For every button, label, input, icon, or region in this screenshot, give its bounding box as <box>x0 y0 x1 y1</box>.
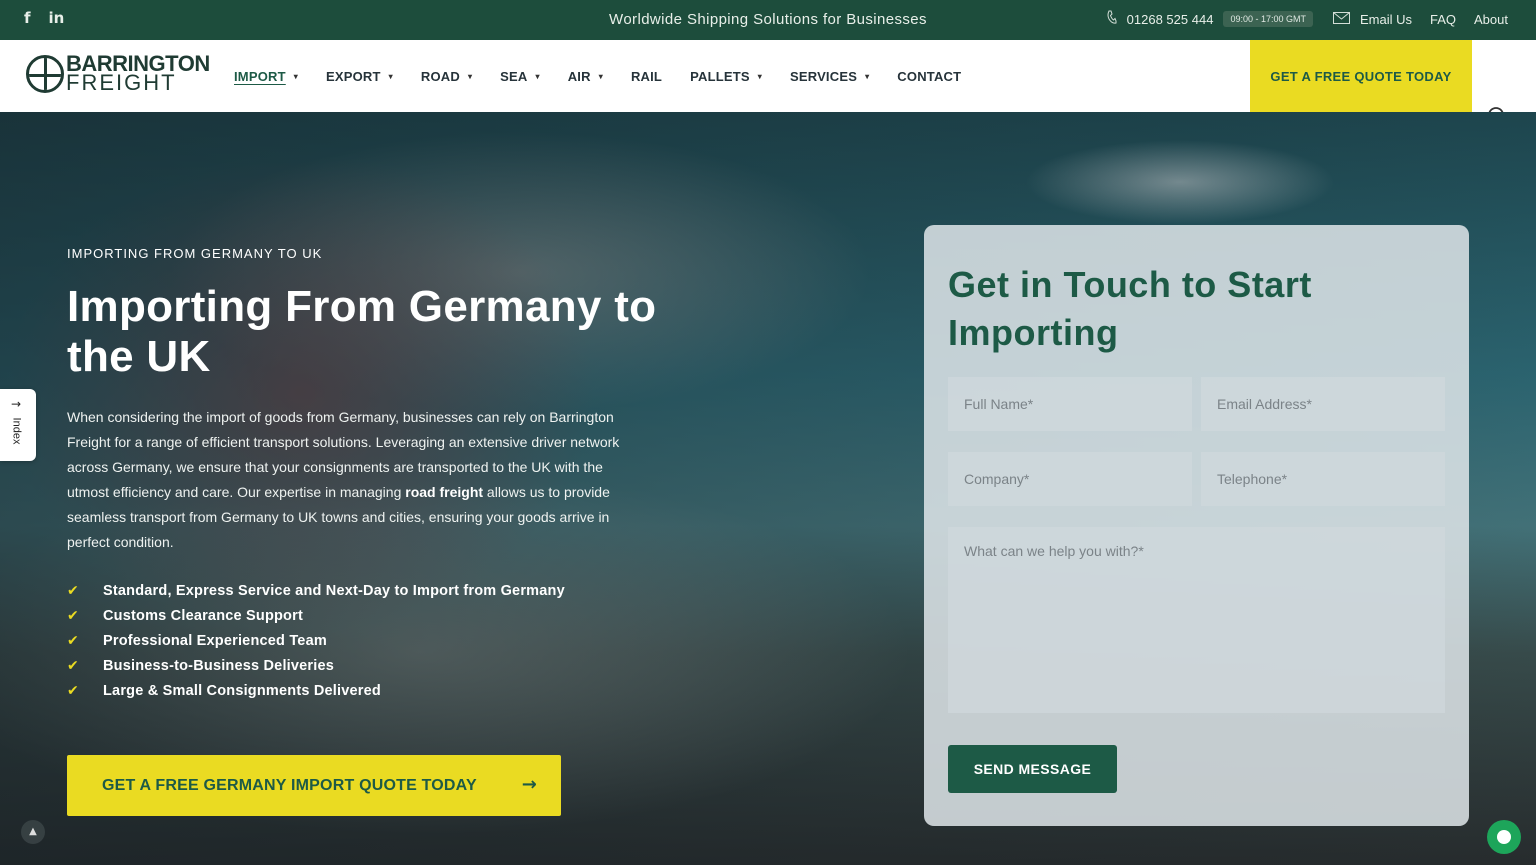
nav-item-sea[interactable]: SEA ▾ <box>500 69 540 84</box>
road-freight-link[interactable]: road freight <box>405 484 483 500</box>
chevron-down-icon: ▾ <box>388 72 393 81</box>
chevron-down-icon: ▾ <box>598 72 603 81</box>
brand-logo[interactable]: BARRINGTON FREIGHT <box>26 53 210 95</box>
chevron-up-icon: ▲ <box>29 826 37 837</box>
chevron-down-icon: ▾ <box>293 72 298 81</box>
hero-section: IMPORTING FROM GERMANY TO UK Importing F… <box>0 112 1536 865</box>
nav-menu: IMPORT ▾ EXPORT ▾ ROAD ▾ SEA ▾ AIR ▾ RAIL PAL… <box>234 69 989 84</box>
form-title: Get in Touch to Start Importing <box>948 264 1312 353</box>
contact-form: Get in Touch to Start Importing SEND MES… <box>924 225 1469 826</box>
top-bar: f in Worldwide Shipping Solutions for Bu… <box>0 0 1536 40</box>
opening-hours-badge: 09:00 - 17:00 GMT <box>1223 11 1313 27</box>
chevron-down-icon: ▾ <box>757 72 762 81</box>
nav-item-contact[interactable]: CONTACT <box>897 69 961 84</box>
top-bar-contact: 01268 525 444 09:00 - 17:00 GMT Email Us… <box>1106 10 1508 28</box>
nav-item-import[interactable]: IMPORT ▾ <box>234 69 298 84</box>
checkmark-icon: ✔ <box>67 657 79 674</box>
email-us-link[interactable]: Email Us <box>1360 12 1412 27</box>
list-item: ✔ Large & Small Consignments Delivered <box>67 682 381 699</box>
nav-item-export[interactable]: EXPORT ▾ <box>326 69 393 84</box>
checkmark-icon: ✔ <box>67 632 79 649</box>
arrow-right-icon: → <box>11 397 22 411</box>
globe-ship-icon <box>26 55 64 93</box>
about-link[interactable]: About <box>1474 12 1508 27</box>
chat-widget-icon[interactable] <box>1487 820 1521 854</box>
telephone-field[interactable] <box>1201 452 1445 506</box>
faq-link[interactable]: FAQ <box>1430 12 1456 27</box>
list-item: ✔ Standard, Express Service and Next-Day … <box>67 582 565 599</box>
phone-number[interactable]: 01268 525 444 <box>1127 12 1214 27</box>
message-field[interactable] <box>948 527 1445 713</box>
send-message-button[interactable]: SEND MESSAGE <box>948 745 1117 793</box>
hero-eyebrow: IMPORTING FROM GERMANY TO UK <box>67 246 323 261</box>
phone-icon <box>1106 10 1117 28</box>
index-label: Index <box>10 417 23 445</box>
list-item: ✔ Customs Clearance Support <box>67 607 303 624</box>
nav-item-road[interactable]: ROAD ▾ <box>421 69 472 84</box>
checkmark-icon: ✔ <box>67 682 79 699</box>
list-item: ✔ Business-to-Business Deliveries <box>67 657 335 674</box>
index-side-tab[interactable]: → Index <box>0 389 36 461</box>
full-name-field[interactable] <box>948 377 1192 431</box>
hero-description: When considering the import of goods fro… <box>67 409 620 550</box>
germany-import-quote-button[interactable]: GET A FREE GERMANY IMPORT QUOTE TODAY → <box>67 755 561 816</box>
checkmark-icon: ✔ <box>67 607 79 624</box>
arrow-right-icon: → <box>521 774 537 795</box>
chevron-down-icon: ▾ <box>467 72 473 81</box>
email-field[interactable] <box>1201 377 1445 431</box>
nav-item-air[interactable]: AIR ▾ <box>568 69 603 84</box>
nav-item-pallets[interactable]: PALLETS ▾ <box>690 69 762 84</box>
envelope-icon <box>1332 11 1350 27</box>
chevron-down-icon: ▾ <box>535 72 540 81</box>
nav-item-rail[interactable]: RAIL <box>631 69 662 84</box>
scroll-to-top-button[interactable]: ▲ <box>21 820 45 844</box>
feature-checklist: ✔ Standard, Express Service and Next-Day … <box>67 578 565 703</box>
chevron-down-icon: ▾ <box>865 72 870 81</box>
nav-item-services[interactable]: SERVICES ▾ <box>790 69 869 84</box>
company-field[interactable] <box>948 452 1192 506</box>
page-title: Importing From Germany to the UK <box>67 282 657 381</box>
logo-line-2: FREIGHT <box>66 70 177 95</box>
checkmark-icon: ✔ <box>67 582 79 599</box>
list-item: ✔ Professional Experienced Team <box>67 632 327 649</box>
